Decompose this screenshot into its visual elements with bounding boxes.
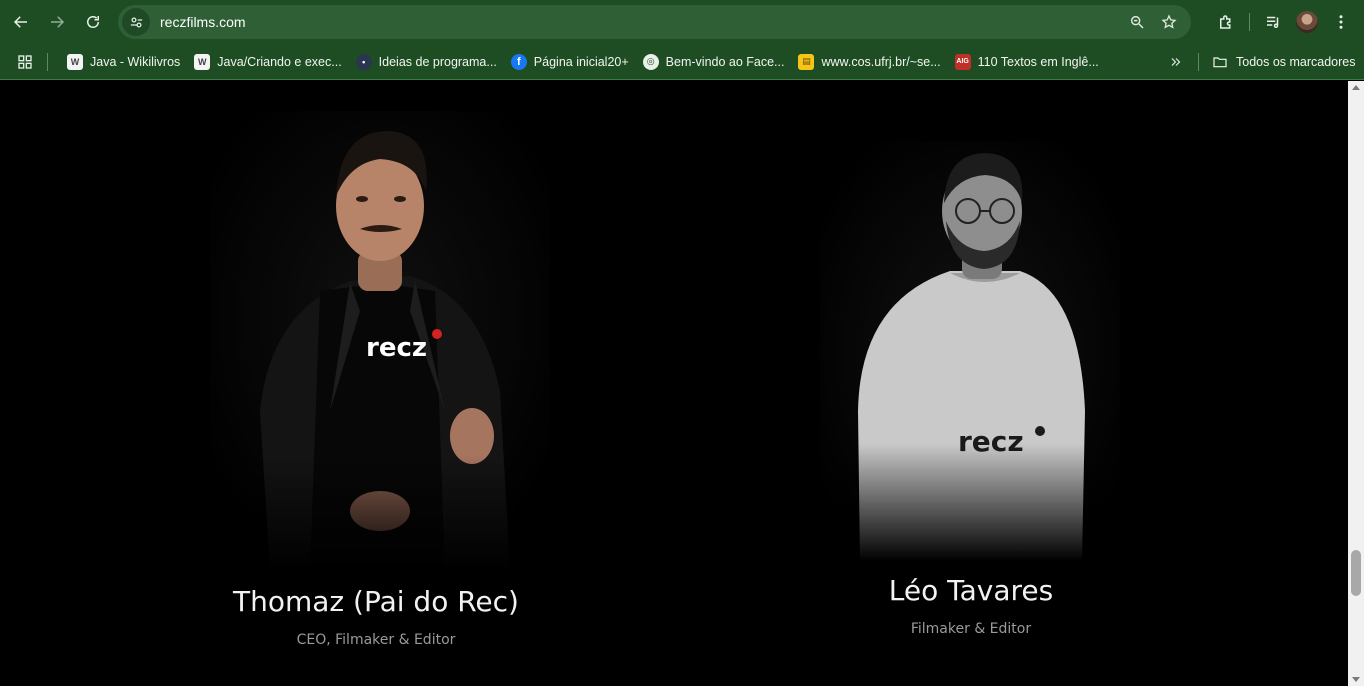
bookmark-label: www.cos.ufrj.br/~se...: [821, 54, 941, 69]
playlist-icon: [1267, 16, 1279, 28]
team-photo-leo: recz: [820, 141, 1120, 561]
bookmark-item[interactable]: ◎ Bem-vindo ao Face...: [636, 48, 792, 76]
forward-button[interactable]: [42, 7, 72, 37]
url-text[interactable]: reczfilms.com: [160, 14, 1123, 30]
back-button[interactable]: [6, 7, 36, 37]
folder-label: Todos os marcadores: [1236, 55, 1356, 69]
arrow-right-icon: [51, 16, 65, 28]
document-icon: ▤: [798, 53, 815, 70]
folder-icon: [1213, 57, 1227, 68]
bookmarks-divider: [47, 52, 48, 71]
address-bar[interactable]: reczfilms.com: [118, 5, 1191, 39]
extensions-button[interactable]: [1211, 7, 1241, 37]
team-member-role: CEO, Filmaker & Editor: [296, 632, 456, 648]
media-controls-button[interactable]: [1258, 7, 1288, 37]
double-chevron-right-icon: [1171, 58, 1181, 66]
reload-button[interactable]: [78, 7, 108, 37]
scrollbar-thumb[interactable]: [1351, 550, 1361, 596]
apps-grid-icon: [18, 54, 32, 69]
all-bookmarks-folder[interactable]: Todos os marcadores: [1212, 48, 1356, 76]
apps-button[interactable]: [13, 50, 37, 74]
bookmark-item[interactable]: AIG 110 Textos em Inglê...: [948, 48, 1106, 76]
bookmark-label: Java - Wikilivros: [90, 54, 181, 69]
globe-icon: ◎: [642, 53, 659, 70]
bookmark-item[interactable]: • Ideias de programa...: [349, 48, 504, 76]
facebook-icon: f: [510, 53, 527, 70]
arrow-left-icon: [13, 16, 27, 28]
tune-icon: [130, 17, 142, 27]
bookmark-label: Página inicial20+: [533, 54, 629, 69]
bookmark-item[interactable]: W Java/Criando e exec...: [187, 48, 348, 76]
team-member-name: Léo Tavares: [888, 574, 1054, 607]
toolbar-divider: [1249, 13, 1250, 31]
bookmark-item[interactable]: ▤ www.cos.ufrj.br/~se...: [791, 48, 947, 76]
avatar: [1296, 11, 1318, 33]
bookmarks-bar: W Java - Wikilivros W Java/Criando e exe…: [0, 44, 1364, 80]
bookmark-label: Java/Criando e exec...: [217, 54, 342, 69]
profile-button[interactable]: [1292, 7, 1322, 37]
scroll-down-arrow[interactable]: [1352, 677, 1360, 682]
browser-toolbar: reczfilms.com: [0, 0, 1364, 44]
team-photo-thomaz: recz: [210, 111, 550, 571]
team-member-role: Filmaker & Editor: [910, 621, 1032, 637]
zoom-button[interactable]: [1123, 8, 1151, 36]
site-info-button[interactable]: [122, 8, 150, 36]
web-page: recz: [0, 81, 1348, 686]
star-icon: [1161, 14, 1177, 29]
wikibooks-icon: W: [67, 53, 83, 70]
bookmark-label: Ideias de programa...: [378, 54, 497, 69]
bookmark-label: 110 Textos em Inglê...: [977, 54, 1099, 69]
aig-icon: AIG: [954, 53, 971, 70]
reload-icon: [87, 16, 99, 28]
more-bookmarks-button[interactable]: [1162, 48, 1190, 76]
bookmark-item[interactable]: W Java - Wikilivros: [60, 48, 187, 76]
zoom-icon: [1130, 15, 1144, 29]
team-member-name: Thomaz (Pai do Rec): [233, 585, 519, 618]
site-icon: •: [355, 53, 372, 70]
bookmark-item[interactable]: f Página inicial20+: [504, 48, 636, 76]
bookmark-star-button[interactable]: [1155, 8, 1183, 36]
scroll-up-arrow[interactable]: [1352, 85, 1360, 90]
bookmarks-divider: [1198, 53, 1199, 71]
bookmark-label: Bem-vindo ao Face...: [665, 54, 785, 69]
wikibooks-icon: W: [194, 53, 211, 70]
puzzle-icon: [1220, 15, 1231, 29]
menu-button[interactable]: [1326, 7, 1356, 37]
page-scrollbar[interactable]: [1348, 81, 1364, 686]
more-vert-icon: [1339, 15, 1343, 29]
